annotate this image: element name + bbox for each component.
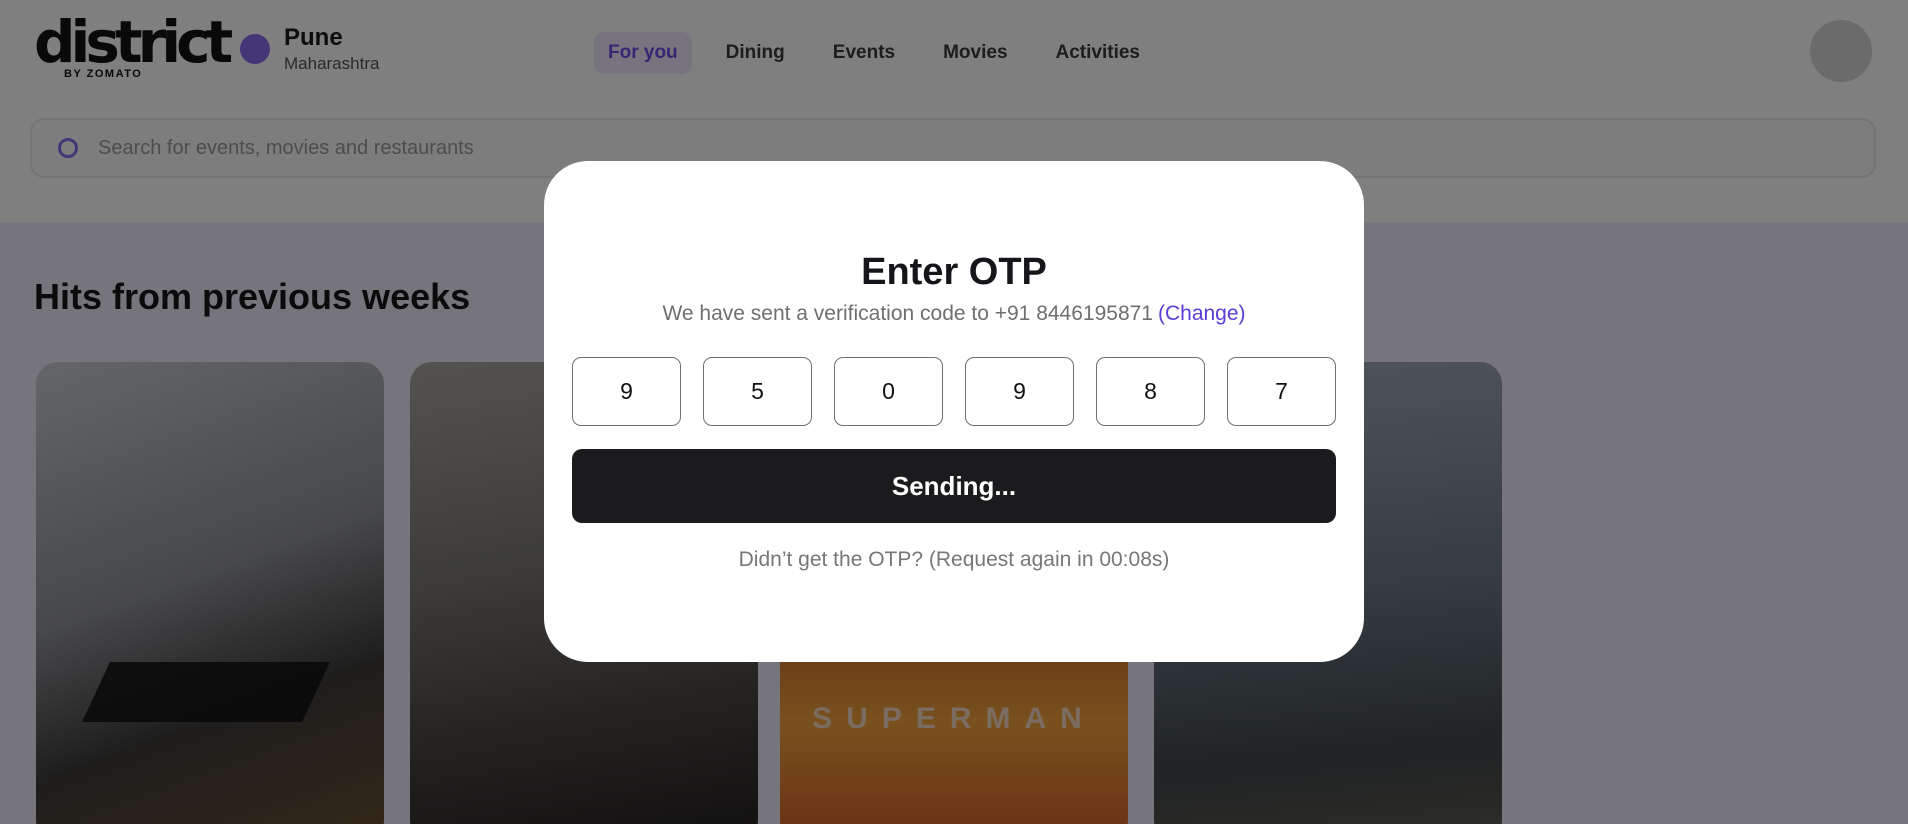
submit-otp-button[interactable]: Sending... xyxy=(572,449,1336,523)
otp-modal: Enter OTP We have sent a verification co… xyxy=(544,161,1364,662)
verification-text: We have sent a verification code to +91 … xyxy=(662,302,1153,325)
modal-title: Enter OTP xyxy=(861,251,1047,293)
otp-input-group: 9 5 0 9 8 7 xyxy=(572,357,1336,426)
otp-digit-5[interactable]: 8 xyxy=(1096,357,1205,426)
otp-digit-1[interactable]: 9 xyxy=(572,357,681,426)
otp-digit-6[interactable]: 7 xyxy=(1227,357,1336,426)
otp-digit-3[interactable]: 0 xyxy=(834,357,943,426)
verification-message: We have sent a verification code to +91 … xyxy=(544,302,1364,326)
change-number-link[interactable]: (Change) xyxy=(1158,302,1246,325)
otp-digit-2[interactable]: 5 xyxy=(703,357,812,426)
otp-digit-4[interactable]: 9 xyxy=(965,357,1074,426)
resend-otp-text: Didn’t get the OTP? (Request again in 00… xyxy=(738,548,1170,571)
